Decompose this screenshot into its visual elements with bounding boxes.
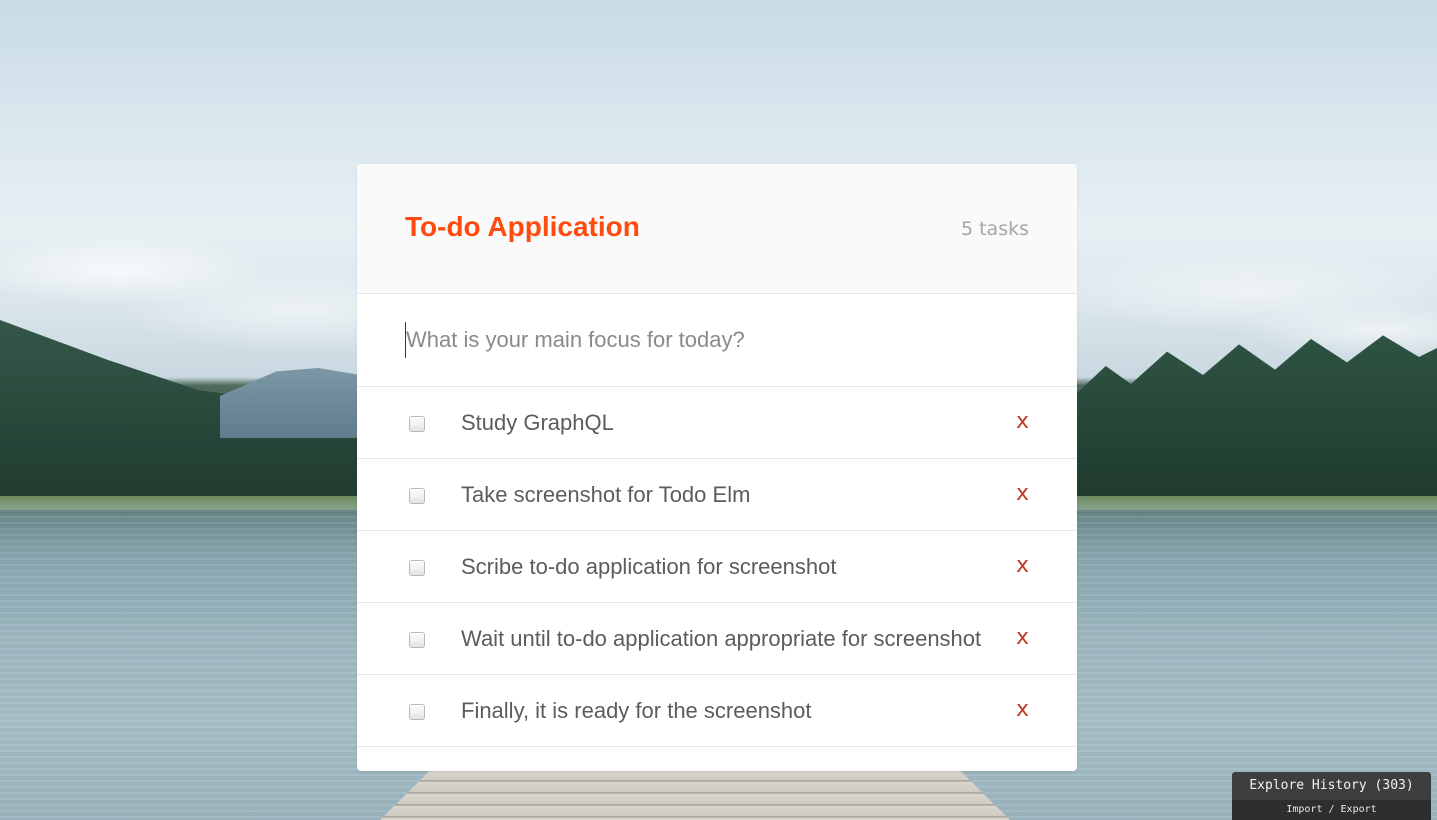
task-item: Wait until to-do application appropriate… xyxy=(357,603,1077,675)
todo-header: To-do Application 5 tasks xyxy=(357,164,1077,294)
task-item: Study GraphQL x xyxy=(357,387,1077,459)
delete-task-button[interactable]: x xyxy=(1016,697,1029,722)
task-count: 5 tasks xyxy=(960,218,1029,240)
background-dock xyxy=(380,770,1010,820)
task-checkbox[interactable] xyxy=(409,560,425,576)
task-label: Wait until to-do application appropriate… xyxy=(461,626,982,651)
explore-history-button[interactable]: Explore History (303) xyxy=(1232,778,1431,793)
task-list: Study GraphQL x Take screenshot for Todo… xyxy=(357,387,1077,747)
delete-task-button[interactable]: x xyxy=(1016,481,1029,506)
task-item: Finally, it is ready for the screenshot … xyxy=(357,675,1077,747)
delete-task-button[interactable]: x xyxy=(1016,553,1029,578)
task-checkbox[interactable] xyxy=(409,488,425,504)
task-label: Scribe to-do application for screenshot xyxy=(461,554,837,579)
task-checkbox[interactable] xyxy=(409,416,425,432)
app-title: To-do Application xyxy=(405,211,640,242)
task-label: Take screenshot for Todo Elm xyxy=(461,482,751,507)
new-task-input[interactable] xyxy=(405,322,1026,358)
task-checkbox[interactable] xyxy=(409,632,425,648)
delete-task-button[interactable]: x xyxy=(1016,409,1029,434)
task-item: Scribe to-do application for screenshot … xyxy=(357,531,1077,603)
task-checkbox[interactable] xyxy=(409,704,425,720)
delete-task-button[interactable]: x xyxy=(1016,625,1029,650)
history-panel: Explore History (303) Import / Export xyxy=(1232,772,1431,820)
import-export-button[interactable]: Import / Export xyxy=(1232,800,1431,820)
new-task-row xyxy=(357,294,1077,387)
task-label: Finally, it is ready for the screenshot xyxy=(461,698,812,723)
background-mountain xyxy=(220,368,360,438)
todo-card: To-do Application 5 tasks Study GraphQL … xyxy=(357,164,1077,771)
task-item: Take screenshot for Todo Elm x xyxy=(357,459,1077,531)
task-label: Study GraphQL xyxy=(461,410,614,435)
